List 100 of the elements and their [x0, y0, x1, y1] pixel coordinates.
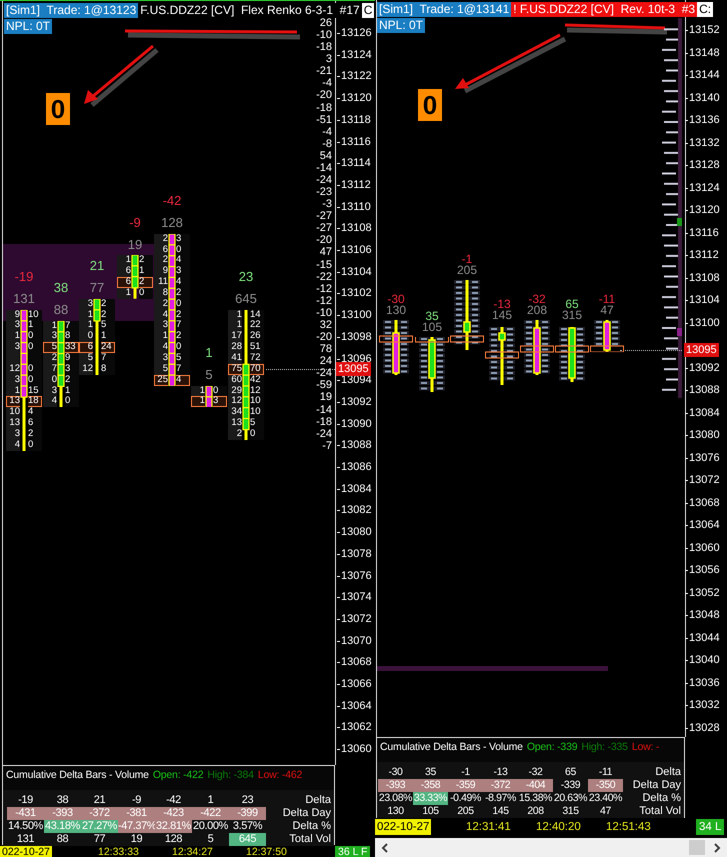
ask-volume-cell: 4 [176, 374, 190, 386]
row-label: Delta [654, 766, 682, 779]
price-label: 13056 [685, 563, 720, 577]
price-label: 13098 [337, 330, 372, 344]
scroll-thumb[interactable] [689, 840, 705, 855]
table-cell: -422 [192, 807, 229, 820]
price-label: 13076 [337, 568, 372, 582]
ask-volume-cell: 7 [101, 353, 115, 364]
price-label: 13080 [685, 428, 720, 442]
price-label: 13122 [337, 69, 372, 84]
bar-delta: 1 [204, 344, 214, 362]
high-value: High: -335 [581, 741, 628, 755]
price-label: 13106 [337, 243, 372, 257]
horizontal-scrollbar[interactable] [375, 838, 727, 857]
bar-delta: 35 [425, 310, 439, 323]
ladder-value: -4 [322, 126, 332, 138]
price-label: 13120 [685, 203, 720, 217]
bid-volume-cell: 7 [43, 364, 57, 375]
bid-volume-cell: 9 [154, 266, 168, 278]
bid-volume-cell: 2 [43, 353, 57, 364]
table-cell-text: -8.97% [484, 792, 517, 805]
price-label: 13108 [337, 221, 372, 236]
table-cell-text: 21 [92, 794, 106, 807]
price-label: 13078 [337, 546, 372, 561]
ask-volume-cell: 9 [65, 353, 79, 364]
ask-volume-cell: 4 [28, 407, 42, 418]
time-label: 12:40:20 [536, 820, 581, 835]
table-cell-text: 38 [56, 794, 70, 807]
bar-delta: 38 [52, 279, 70, 298]
bar-volume: 19 [126, 236, 144, 254]
bar-volume: 47 [599, 304, 615, 317]
table-cell: 33.33% [413, 792, 448, 805]
bar-volume: 645 [234, 290, 258, 308]
bid-volume-cell: 3 [79, 298, 93, 310]
ladder-value: -7 [322, 440, 332, 452]
table-cell-text: 35 [424, 766, 437, 779]
price-label: 13092 [337, 394, 372, 409]
ask-volume-cell: 1 [28, 320, 42, 332]
bid-volume-cell: 29 [228, 386, 242, 396]
price-label: 13126 [337, 26, 372, 40]
scroll-right-icon[interactable] [713, 842, 721, 852]
table-cell-text: 208 [526, 805, 545, 818]
ask-volume-cell: 0 [28, 364, 42, 375]
bid-volume-cell: 1 [6, 386, 20, 396]
scroll-left-icon[interactable] [381, 842, 389, 852]
price-label: 13052 [685, 586, 720, 600]
ask-volume-cell: 0 [139, 288, 153, 299]
price-label: 13072 [685, 473, 720, 487]
bar-volume: 205 [456, 264, 478, 277]
bid-volume-cell: 34 [228, 407, 242, 418]
price-line [620, 350, 682, 351]
bid-volume-cell: 2 [154, 255, 168, 266]
price-label: 13140 [685, 90, 720, 104]
price-label: 13136 [685, 113, 720, 127]
bid-volume-cell: 1 [228, 310, 242, 320]
bid-volume-cell: 3 [6, 342, 20, 354]
price-label: 13048 [685, 608, 720, 622]
current-price-tag: 13095 [336, 362, 371, 376]
ask-volume-cell: 24 [101, 342, 115, 354]
ask-volume-cell: 33 [65, 342, 79, 354]
table-cell-text: 77 [92, 833, 106, 846]
bid-volume-cell: 2 [154, 298, 168, 310]
time-label: 12:31:41 [466, 820, 511, 835]
price-label: 13044 [685, 630, 720, 644]
bid-volume-cell: 3 [6, 320, 20, 332]
ask-volume-cell: 8 [101, 364, 115, 375]
bid-volume-cell: 1 [117, 255, 131, 266]
ask-volume-cell: 3 [176, 266, 190, 278]
bid-volume-cell: 12 [228, 396, 242, 408]
ladder-value: 19 [320, 391, 332, 404]
table-cell: 27.27% [81, 820, 118, 833]
table-cell-text: 128 [164, 833, 184, 846]
bid-volume-cell: 6 [154, 244, 168, 256]
price-label: 13072 [337, 612, 372, 626]
table-cell: 23.40% [588, 792, 623, 805]
price-label: 13120 [337, 91, 372, 106]
time-label: 022-10-27 [0, 846, 52, 857]
ladder-value: -24 [316, 174, 332, 186]
row-label: Total Vol [288, 833, 332, 846]
ladder-value: -8 [322, 138, 332, 150]
price-label: 13112 [685, 248, 719, 262]
ladder-value: -4 [322, 77, 332, 90]
bid-volume-cell: 1 [191, 396, 205, 408]
bar-volume: 131 [12, 290, 36, 308]
ask-volume-cell: 2 [176, 310, 190, 320]
table-cell: -47.37% [118, 820, 155, 833]
ask-volume-cell: 18 [28, 396, 42, 408]
status-badge: 36 L F [335, 846, 370, 857]
bar-delta: -42 [162, 192, 182, 210]
bid-volume-cell: 4 [154, 310, 168, 320]
ladder-value: -14 [316, 404, 332, 416]
ask-volume-cell: 3 [213, 396, 227, 408]
table-cell-text: -11 [598, 766, 614, 779]
ladder-value: 26 [320, 17, 332, 30]
bar-delta: -19 [14, 268, 34, 286]
bid-volume-cell: 13 [228, 418, 242, 429]
high-value: High: -384 [207, 769, 254, 783]
table-cell: -372 [81, 807, 118, 820]
ask-volume-cell: 0 [28, 374, 42, 386]
corner-label: C: [697, 2, 714, 17]
